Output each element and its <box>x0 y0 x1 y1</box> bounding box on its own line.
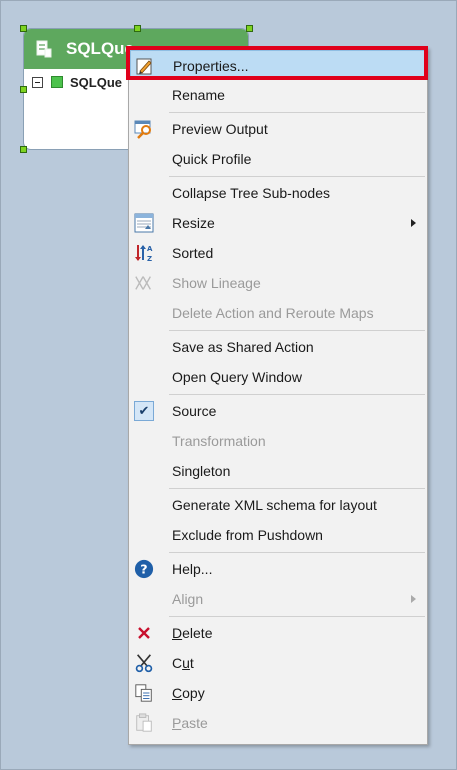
copy-icon <box>134 683 154 703</box>
menu-item-delete-action[interactable]: Delete Action and Reroute Maps <box>130 298 426 328</box>
menu-item-cut[interactable]: Cut <box>130 648 426 678</box>
menu-item-quick-profile[interactable]: Quick Profile <box>130 144 426 174</box>
submenu-arrow-icon <box>411 219 416 227</box>
menu-item-delete[interactable]: Delete <box>130 618 426 648</box>
menu-item-preview-output[interactable]: Preview Output <box>130 114 426 144</box>
menu-item-show-lineage[interactable]: Show Lineage <box>130 268 426 298</box>
highlight-box <box>126 46 428 80</box>
lineage-icon <box>134 273 154 293</box>
resize-handle-tr[interactable] <box>246 25 253 32</box>
menu-item-transformation[interactable]: Transformation <box>130 426 426 456</box>
menu-item-rename[interactable]: Rename <box>130 80 426 110</box>
menu-item-save-shared[interactable]: Save as Shared Action <box>130 332 426 362</box>
resize-handle-tc[interactable] <box>134 25 141 32</box>
menu-separator <box>169 112 425 113</box>
menu-item-singleton[interactable]: Singleton <box>130 456 426 486</box>
node-title: SQLQue <box>66 39 135 58</box>
sort-icon: A Z <box>134 243 154 263</box>
menu-separator <box>169 488 425 489</box>
menu-item-source[interactable]: ✔ Source <box>130 396 426 426</box>
resize-handle-bl[interactable] <box>20 146 27 153</box>
design-canvas[interactable]: SQLQue SQLQue Properties... Rename Previ… <box>0 0 457 770</box>
menu-item-open-query[interactable]: Open Query Window <box>130 362 426 392</box>
delete-icon <box>134 623 154 643</box>
menu-item-copy[interactable]: Copy <box>130 678 426 708</box>
table-icon <box>36 40 52 58</box>
svg-text:?: ? <box>140 562 147 577</box>
paste-icon <box>134 713 154 733</box>
context-menu: Properties... Rename Preview Output Quic… <box>128 47 428 745</box>
resize-icon <box>134 213 154 233</box>
svg-text:A: A <box>147 245 153 253</box>
check-icon: ✔ <box>134 401 154 421</box>
menu-separator <box>169 394 425 395</box>
schema-icon <box>51 76 63 88</box>
menu-separator <box>169 176 425 177</box>
menu-item-help[interactable]: ? Help... <box>130 554 426 584</box>
scissors-icon <box>134 653 154 673</box>
resize-handle-ml[interactable] <box>20 86 27 93</box>
menu-item-align[interactable]: Align <box>130 584 426 614</box>
node-row-label: SQLQue <box>70 75 123 90</box>
menu-item-collapse-tree[interactable]: Collapse Tree Sub-nodes <box>130 178 426 208</box>
menu-item-exclude-pushdown[interactable]: Exclude from Pushdown <box>130 520 426 550</box>
menu-separator <box>169 616 425 617</box>
menu-item-paste[interactable]: Paste <box>130 708 426 738</box>
menu-item-sorted[interactable]: A Z Sorted <box>130 238 426 268</box>
menu-separator <box>169 552 425 553</box>
menu-item-generate-xml[interactable]: Generate XML schema for layout <box>130 490 426 520</box>
submenu-arrow-icon <box>411 595 416 603</box>
svg-text:Z: Z <box>147 255 152 263</box>
help-icon: ? <box>134 559 154 579</box>
resize-handle-tl[interactable] <box>20 25 27 32</box>
menu-item-resize[interactable]: Resize <box>130 208 426 238</box>
preview-icon <box>134 119 154 139</box>
collapse-icon[interactable] <box>32 77 43 88</box>
menu-separator <box>169 330 425 331</box>
